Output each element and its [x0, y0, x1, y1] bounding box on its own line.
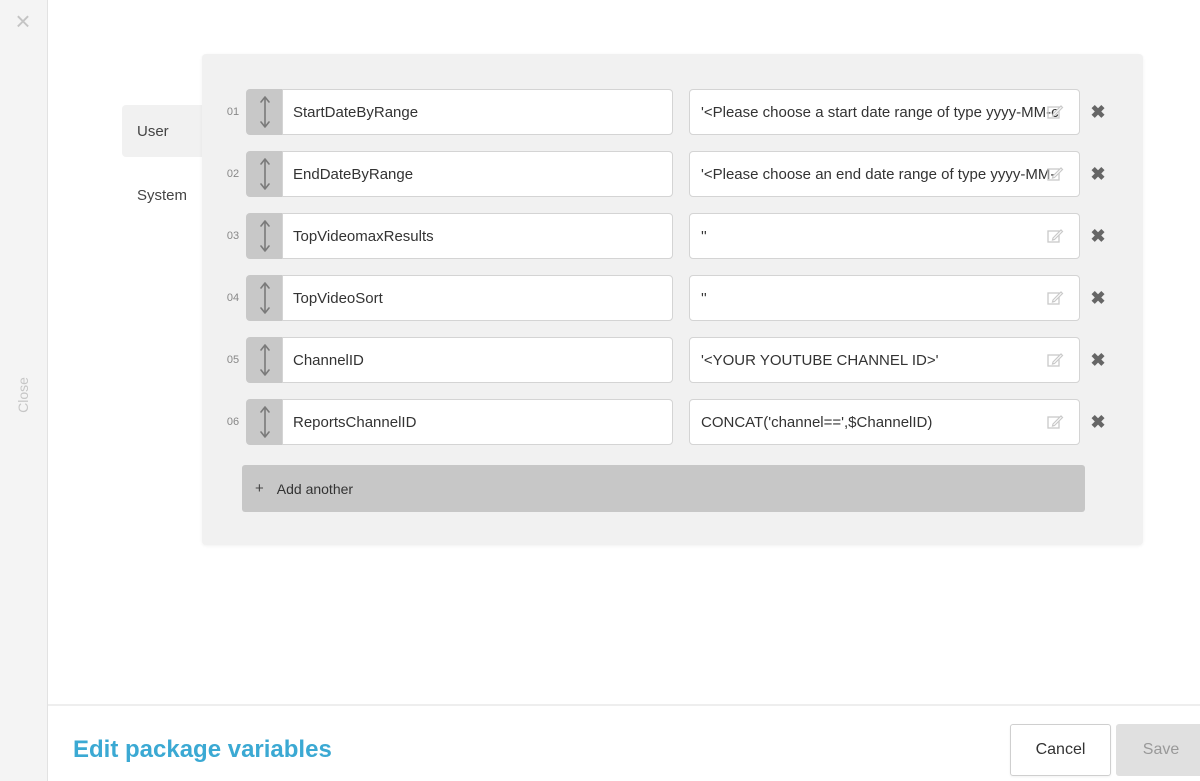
remove-variable-icon[interactable]: ✖: [1088, 163, 1108, 185]
variable-row: 06 ReportsChannelID CONCAT('channel==',$Ch…: [202, 399, 1143, 445]
tab-user[interactable]: User: [122, 105, 204, 157]
variable-row: 02 EndDateByRange '<Please choose an end d…: [202, 151, 1143, 197]
save-button[interactable]: Save: [1116, 724, 1200, 776]
row-number: 01: [226, 106, 240, 118]
row-number: 02: [226, 168, 240, 180]
footer: Edit package variables Cancel Save: [48, 704, 1200, 781]
remove-variable-icon[interactable]: ✖: [1088, 225, 1108, 247]
variables-panel: 01 StartDateByRange '<Please choose a star…: [202, 54, 1143, 545]
variable-name-input[interactable]: TopVideoSort: [282, 275, 673, 321]
edit-icon[interactable]: [1046, 103, 1064, 121]
cancel-button[interactable]: Cancel: [1010, 724, 1111, 776]
edit-icon[interactable]: [1046, 289, 1064, 307]
variable-name-input[interactable]: TopVideomaxResults: [282, 213, 673, 259]
variable-value-input[interactable]: '<YOUR YOUTUBE CHANNEL ID>': [689, 337, 1080, 383]
row-number: 05: [226, 354, 240, 366]
drag-handle-icon[interactable]: [246, 89, 284, 135]
drag-handle-icon[interactable]: [246, 213, 284, 259]
drag-handle-icon[interactable]: [246, 399, 284, 445]
remove-variable-icon[interactable]: ✖: [1088, 349, 1108, 371]
drag-handle-icon[interactable]: [246, 275, 284, 321]
row-number: 04: [226, 292, 240, 304]
tab-system[interactable]: System: [122, 169, 204, 221]
variable-value-input[interactable]: '': [689, 275, 1080, 321]
plus-icon: +: [255, 480, 264, 497]
close-rail: × Close: [0, 0, 48, 781]
edit-icon[interactable]: [1046, 165, 1064, 183]
remove-variable-icon[interactable]: ✖: [1088, 411, 1108, 433]
edit-icon[interactable]: [1046, 227, 1064, 245]
variable-scope-tabs: User System: [122, 105, 204, 221]
drag-handle-icon[interactable]: [246, 337, 284, 383]
variable-value-input[interactable]: '<Please choose a start date range of ty…: [689, 89, 1080, 135]
row-number: 03: [226, 230, 240, 242]
edit-icon[interactable]: [1046, 351, 1064, 369]
variable-row: 03 TopVideomaxResults '' ✖: [202, 213, 1143, 259]
variable-row: 05 ChannelID '<YOUR YOUTUBE CHANNEL ID>' ✖: [202, 337, 1143, 383]
add-another-label: Add another: [276, 480, 354, 497]
variable-value-input[interactable]: '<Please choose an end date range of typ…: [689, 151, 1080, 197]
remove-variable-icon[interactable]: ✖: [1088, 101, 1108, 123]
row-number: 06: [226, 416, 240, 428]
variable-name-input[interactable]: StartDateByRange: [282, 89, 673, 135]
variable-value-input[interactable]: '': [689, 213, 1080, 259]
variable-row: 01 StartDateByRange '<Please choose a star…: [202, 89, 1143, 135]
close-icon[interactable]: ×: [12, 8, 34, 34]
edit-icon[interactable]: [1046, 413, 1064, 431]
add-another-button[interactable]: + Add another: [242, 465, 1085, 512]
variable-row: 04 TopVideoSort '' ✖: [202, 275, 1143, 321]
variable-name-input[interactable]: ChannelID: [282, 337, 673, 383]
variable-value-input[interactable]: CONCAT('channel==',$ChannelID): [689, 399, 1080, 445]
drag-handle-icon[interactable]: [246, 151, 284, 197]
page-title: Edit package variables: [73, 736, 332, 763]
remove-variable-icon[interactable]: ✖: [1088, 287, 1108, 309]
variable-name-input[interactable]: EndDateByRange: [282, 151, 673, 197]
close-label[interactable]: Close: [13, 375, 33, 415]
variable-name-input[interactable]: ReportsChannelID: [282, 399, 673, 445]
